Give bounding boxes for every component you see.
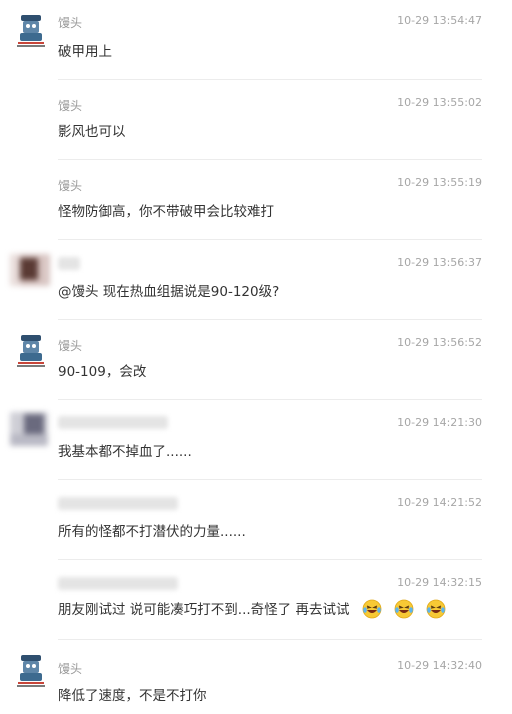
comment-author[interactable]: 馒头 [58,177,82,194]
blurred-avatar-icon [10,412,48,446]
robot-avatar-icon [12,12,50,50]
divider [58,559,482,560]
comment-time: 10-29 13:54:47 [397,14,482,27]
comment-time: 10-29 13:56:37 [397,256,482,269]
comment-author[interactable]: 馒头 [58,660,82,677]
comment-time: 10-29 13:55:02 [397,96,482,109]
comment-text: 降低了速度，不是不打你 [58,688,207,704]
comment-author[interactable]: 馒头 [58,97,82,114]
avatar[interactable] [12,652,50,690]
avatar[interactable] [12,332,50,370]
blurred-avatar-icon [10,254,50,286]
comment-text: 我基本都不掉血了...... [58,444,192,460]
comment-time: 10-29 14:32:40 [397,659,482,672]
comment-text-body: 朋友刚试过 说可能凑巧打不到...奇怪了 再去试试 [58,602,350,618]
comment-time: 10-29 14:21:30 [397,416,482,429]
author-name-placeholder [58,497,178,510]
author-name-placeholder [58,577,178,590]
robot-avatar-icon [12,332,50,370]
comment-text: @馒头 现在热血组据说是90-120级? [58,284,280,300]
comment-text: 破甲用上 [58,44,112,60]
comment-time: 10-29 14:21:52 [397,496,482,509]
comment-time: 10-29 14:32:15 [397,576,482,589]
divider [58,159,482,160]
avatar[interactable] [12,12,50,50]
comment-text: 影风也可以 [58,124,126,140]
comment-time: 10-29 13:55:19 [397,176,482,189]
divider [58,79,482,80]
laughing-tears-emoji [394,599,414,619]
laughing-tears-emoji [362,599,382,619]
comment-author[interactable]: 馒头 [58,337,82,354]
author-name-placeholder [58,257,80,270]
avatar[interactable] [10,412,48,446]
divider [58,319,482,320]
avatar[interactable] [10,254,50,286]
comment-time: 10-29 13:56:52 [397,336,482,349]
divider [58,639,482,640]
laughing-tears-emoji [426,599,446,619]
divider [58,479,482,480]
comment-text: 朋友刚试过 说可能凑巧打不到...奇怪了 再去试试 [58,598,446,619]
robot-avatar-icon [12,652,50,690]
comment-text: 90-109，会改 [58,364,147,380]
comment-text: 怪物防御高，你不带破甲会比较难打 [58,204,274,220]
author-name-placeholder [58,416,168,429]
comment-author[interactable]: 馒头 [58,14,82,31]
comment-text: 所有的怪都不打潜伏的力量...... [58,524,246,540]
divider [58,239,482,240]
divider [58,399,482,400]
